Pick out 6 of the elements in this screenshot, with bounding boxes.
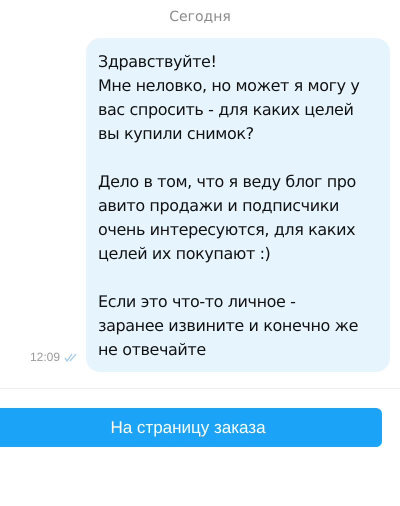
order-page-button[interactable]: На страницу заказа [0, 408, 382, 447]
date-separator: Сегодня [168, 8, 232, 27]
message-paragraph: Если это что-то личное - заранее извините и конечно же не отвечайте [98, 291, 360, 361]
message-paragraph: Дело в том, что я веду блог про авито продажи и подписчики очень интересуются, для каких целей их покупают :) [98, 171, 357, 265]
message-time: 12:09 [30, 350, 60, 364]
message-paragraph: Здравствуйте! Мне неловко, но может я могу у вас спросить - для каких целей вы купили снимок? [98, 51, 360, 145]
